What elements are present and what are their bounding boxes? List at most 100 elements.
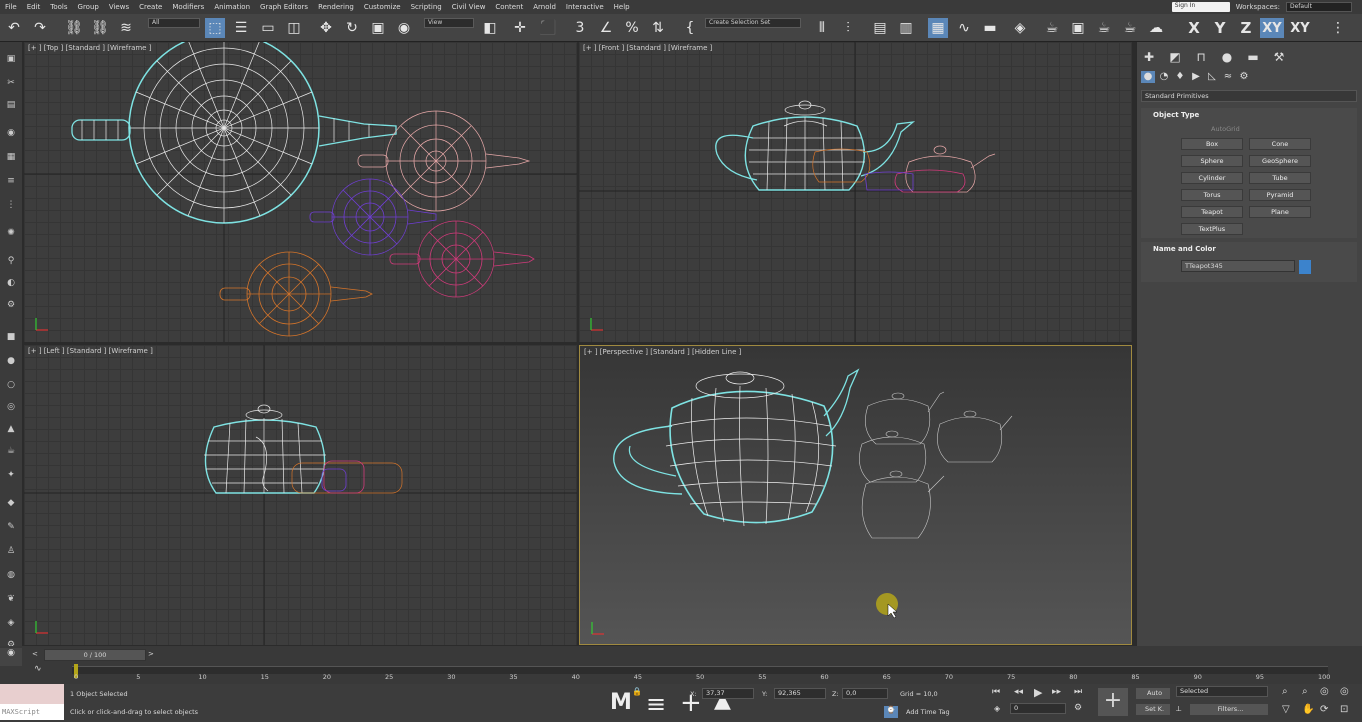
cone-icon[interactable]: ▲ [4, 424, 18, 434]
pan-icon[interactable]: ✋ [1302, 704, 1314, 715]
move-icon[interactable]: ✥ [316, 18, 336, 38]
angle-snap-icon[interactable]: ∠ [596, 18, 616, 38]
particle-icon[interactable]: ✦ [4, 470, 18, 480]
placement-icon[interactable]: ◉ [394, 18, 414, 38]
go-start-icon[interactable]: ⏮ [992, 687, 1000, 697]
prev-key-icon[interactable]: ◂◂ [1014, 687, 1023, 697]
primitive-button[interactable]: Box [1181, 138, 1243, 150]
motion-tab-icon[interactable]: ● [1219, 50, 1235, 64]
torus-icon[interactable]: ◎ [4, 402, 18, 412]
selection-set-dropdown[interactable]: Create Selection Set [705, 18, 801, 28]
menu-item[interactable]: Scripting [406, 3, 447, 11]
bind-space-warp-icon[interactable]: ≋ [116, 18, 136, 38]
next-frame-icon[interactable]: > [148, 650, 158, 660]
align-icon[interactable]: ⫶ [838, 18, 858, 38]
unlink-icon[interactable]: ⛓ [90, 18, 110, 38]
set-key-button[interactable]: Set K. [1136, 704, 1170, 715]
rotate-icon[interactable]: ↻ [342, 18, 362, 38]
menu-item[interactable]: Modifiers [167, 3, 209, 11]
systems-icon[interactable]: ⚙ [1237, 71, 1251, 83]
pencil-icon[interactable]: ✎ [4, 522, 18, 532]
next-key-icon[interactable]: ▸▸ [1052, 687, 1061, 697]
menu-item[interactable]: Rendering [313, 3, 359, 11]
lock-icon[interactable]: 🔒 [632, 687, 642, 696]
hierarchy-icon[interactable]: ⋮ [4, 200, 18, 210]
axis-xy-button[interactable]: XY [1260, 18, 1284, 38]
menu-item[interactable]: Customize [359, 3, 406, 11]
eye-icon[interactable]: ◉ [4, 128, 18, 138]
ref-coord-dropdown[interactable]: View [424, 18, 474, 28]
object-name-input[interactable]: TTeapot345 [1181, 260, 1295, 272]
zoom-extents-icon[interactable]: ◎ [1320, 686, 1329, 697]
primitive-button[interactable]: Plane [1249, 206, 1311, 218]
shape-icon[interactable]: ■ [4, 332, 18, 342]
display-icon[interactable]: ▦ [4, 152, 18, 162]
edit-named-sets-icon[interactable]: { [680, 18, 700, 38]
primitive-button[interactable]: Pyramid [1249, 189, 1311, 201]
curve-editor-icon[interactable]: ∿ [954, 18, 974, 38]
layer-explorer-icon[interactable]: ▤ [870, 18, 890, 38]
select-by-name-icon[interactable]: ☰ [231, 18, 251, 38]
rect-selection-icon[interactable]: ▭ [258, 18, 278, 38]
play-icon[interactable]: ▶ [1034, 686, 1042, 699]
autogrid-checkbox[interactable]: AutoGrid [1211, 125, 1240, 133]
zoom-icon[interactable]: ⌕ [1282, 686, 1288, 697]
time-slider[interactable]: 0 / 100 [44, 649, 146, 661]
primitive-button[interactable]: Sphere [1181, 155, 1243, 167]
render-cloud-icon[interactable]: ☁ [1146, 18, 1166, 38]
axis-x-button[interactable]: X [1184, 18, 1204, 38]
workspace-dropdown[interactable]: Default [1286, 2, 1352, 12]
menu-item[interactable]: Animation [209, 3, 255, 11]
globe-icon[interactable]: ◍ [4, 570, 18, 580]
create-tab-icon[interactable]: ✚ [1141, 50, 1157, 64]
menu-item[interactable]: Civil View [447, 3, 491, 11]
toggle-ribbon-icon[interactable]: ▥ [896, 18, 916, 38]
viewport-perspective[interactable]: [+ ] [Perspective ] [Standard ] [Hidden … [579, 345, 1132, 645]
menu-icon[interactable]: ≡ [646, 690, 672, 718]
list-icon[interactable]: ≡ [4, 176, 18, 186]
menu-item[interactable]: File [0, 3, 22, 11]
axis-xy-cycle-button[interactable]: XY [1288, 18, 1312, 38]
key-mode-icon[interactable]: ◈ [994, 704, 1000, 713]
viewport-left[interactable]: [+ ] [Left ] [Standard ] [Wireframe ] [24, 345, 577, 645]
axis-z-button[interactable]: Z [1236, 18, 1256, 38]
spacewarps-icon[interactable]: ≈ [1221, 71, 1235, 83]
go-end-icon[interactable]: ⏭ [1074, 687, 1082, 697]
spinner-snap-icon[interactable]: ⇅ [648, 18, 668, 38]
menu-item[interactable]: Interactive [561, 3, 609, 11]
geometry-icon[interactable]: ● [1141, 71, 1155, 83]
primitive-button[interactable]: TextPlus [1181, 223, 1243, 235]
shapes-icon[interactable]: ◔ [1157, 71, 1171, 83]
circle-icon[interactable]: ○ [4, 380, 18, 390]
object-type-title[interactable]: Object Type [1141, 108, 1357, 122]
leaf-icon[interactable]: ❦ [4, 594, 18, 604]
space-warp-icon[interactable]: ◐ [4, 278, 18, 288]
category-dropdown[interactable]: Standard Primitives [1141, 90, 1357, 102]
lights-icon[interactable]: ♦ [1173, 71, 1187, 83]
scene-explorer-icon[interactable]: ▣ [4, 54, 18, 64]
scene-explorer-icon[interactable]: ▦ [928, 18, 948, 38]
toolbar-overflow-icon[interactable]: ⋮ [1328, 18, 1348, 38]
light-icon[interactable]: ✺ [4, 228, 18, 238]
undo-icon[interactable]: ↶ [4, 18, 24, 38]
menu-item[interactable]: Views [104, 3, 134, 11]
viewport-top[interactable]: [+ ] [Top ] [Standard ] [Wireframe ] [24, 42, 577, 342]
axis-y-button[interactable]: Y [1210, 18, 1230, 38]
auto-key-button[interactable]: Auto [1136, 688, 1170, 699]
filters-button[interactable]: Filters... [1190, 704, 1268, 715]
manipulate-icon[interactable]: ✛ [510, 18, 530, 38]
menu-item[interactable]: Content [490, 3, 528, 11]
zoom-extents-all-icon[interactable]: ◎ [1340, 686, 1349, 697]
add-time-tag[interactable]: Add Time Tag [906, 708, 950, 716]
orbit-icon[interactable]: ⟳ [1320, 704, 1328, 715]
current-frame-field[interactable]: 0 [1010, 703, 1066, 714]
menu-item[interactable]: Group [73, 3, 104, 11]
schematic-view-icon[interactable]: ▬ [980, 18, 1000, 38]
key-tangent-icon[interactable]: ⟂ [1176, 704, 1181, 714]
pivot-icon[interactable]: ◧ [480, 18, 500, 38]
primitive-button[interactable]: Torus [1181, 189, 1243, 201]
redo-icon[interactable]: ↷ [30, 18, 50, 38]
system-icon[interactable]: ⚙ [4, 300, 18, 310]
maximize-viewport-icon[interactable]: ⊡ [1340, 704, 1348, 715]
camera-icon[interactable]: ◈ [4, 618, 18, 628]
